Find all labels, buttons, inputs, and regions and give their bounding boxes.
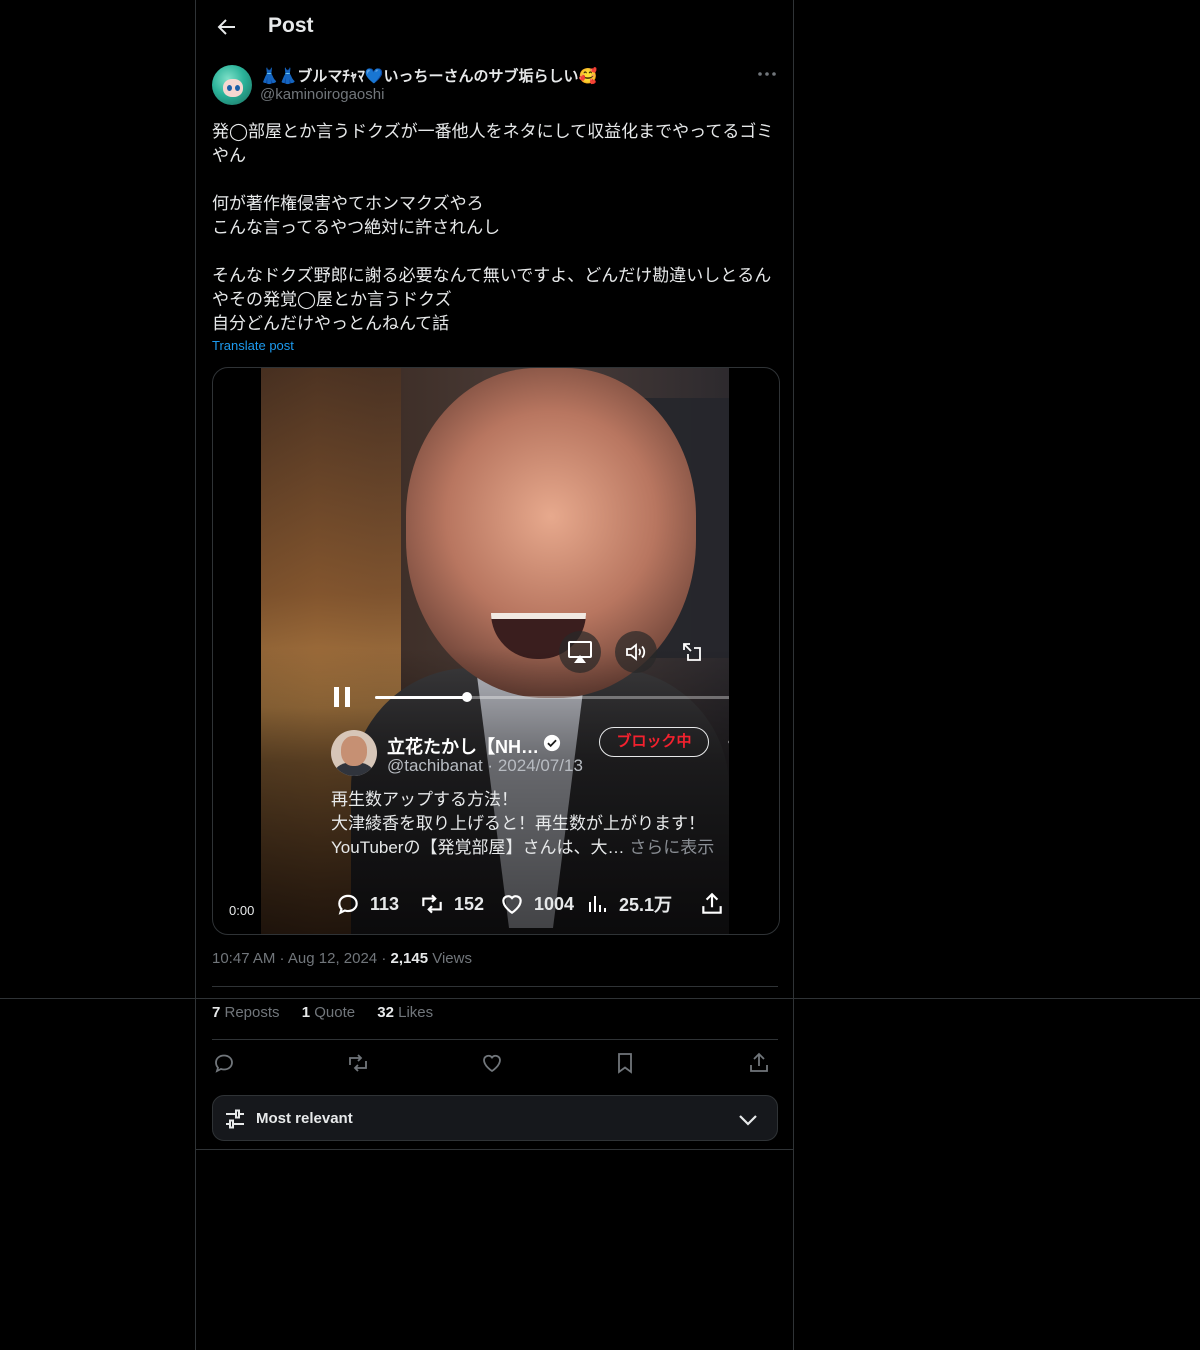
- embedded-more-icon: [728, 740, 729, 744]
- reply-sort-dropdown[interactable]: Most relevant: [212, 1095, 778, 1141]
- like-heart-icon[interactable]: [480, 1051, 504, 1075]
- embedded-stats: 113 152 1004 25.1万: [335, 888, 729, 920]
- post-time[interactable]: 10:47 AM: [212, 950, 275, 967]
- author-avatar[interactable]: [212, 65, 252, 105]
- sort-label: Most relevant: [256, 1110, 353, 1127]
- divider: [196, 1149, 793, 1150]
- reposts-label: Reposts: [220, 1004, 280, 1021]
- video-timestamp: 0:00: [229, 903, 255, 918]
- video-progress-knob[interactable]: [461, 692, 472, 702]
- reply-icon[interactable]: [212, 1051, 236, 1075]
- embedded-handle-date: @tachibanat · 2024/07/13: [387, 756, 583, 775]
- main-column: Post 👗👗ブルマﾁｬﾏ💙いっちーさんのサブ垢らしい🥰 @kaminoirog…: [195, 0, 794, 1350]
- embedded-show-more: さらに表示: [629, 838, 715, 857]
- engagement-counts: 7 Reposts 1 Quote 32 Likes: [212, 1004, 451, 1021]
- share-icon: [702, 892, 722, 914]
- post-text: 発◯部屋とか言うドクズが一番他人をネタにして収益化までやってるゴミやん 何が著作…: [212, 122, 774, 333]
- divider: [212, 986, 778, 987]
- bookmark-icon[interactable]: [613, 1051, 637, 1075]
- volume-button[interactable]: [615, 631, 657, 673]
- picture-in-picture-icon: [683, 643, 701, 661]
- heart-icon: [502, 895, 522, 914]
- chevron-down-icon: [739, 1115, 757, 1126]
- airplay-icon: [568, 641, 592, 663]
- quotes-number: 1: [301, 1004, 311, 1021]
- meta-separator: ·: [275, 950, 288, 967]
- embedded-replies: 113: [335, 888, 399, 920]
- back-arrow-icon[interactable]: [214, 15, 238, 39]
- more-options-icon[interactable]: [756, 62, 778, 86]
- video-frame[interactable]: 立花たかし【NH… @tachibanat · 2024/07/13 ブロック中…: [261, 368, 729, 934]
- likes-count-link[interactable]: 32 Likes: [377, 1004, 433, 1021]
- quotes-label: Quote: [310, 1004, 356, 1021]
- post-actions: [212, 1048, 778, 1078]
- reply-icon: [338, 894, 358, 915]
- embedded-post-text: 再生数アップする方法！ 大津綾香を取り上げると！再生数が上がります！ YouTu…: [331, 788, 729, 860]
- post-date[interactable]: Aug 12, 2024: [288, 950, 377, 967]
- author-display-name[interactable]: 👗👗ブルマﾁｬﾏ💙いっちーさんのサブ垢らしい🥰: [260, 65, 597, 86]
- divider: [0, 998, 1200, 999]
- repost-icon: [422, 894, 442, 914]
- page-title: Post: [268, 14, 314, 37]
- views-count: 2,145: [390, 950, 429, 967]
- embedded-views: 25.1万: [586, 888, 672, 920]
- translate-post-link[interactable]: Translate post: [212, 338, 294, 353]
- embedded-likes: 1004: [499, 888, 574, 920]
- video-progress-bar[interactable]: [375, 692, 729, 702]
- embedded-avatar: [331, 730, 377, 776]
- embedded-share: [699, 888, 729, 920]
- embedded-replies-count: 113: [370, 893, 400, 914]
- pause-icon[interactable]: [331, 684, 353, 710]
- video-player[interactable]: 立花たかし【NH… @tachibanat · 2024/07/13 ブロック中…: [212, 367, 780, 935]
- divider: [212, 1039, 778, 1040]
- author-handle[interactable]: @kaminoirogaoshi: [260, 86, 384, 103]
- views-chart-icon: [589, 896, 606, 912]
- embedded-reposts: 152: [419, 888, 484, 920]
- page-header: Post: [196, 0, 793, 54]
- verified-badge-icon: [543, 734, 561, 752]
- likes-number: 32: [377, 1004, 394, 1021]
- volume-icon: [626, 643, 646, 661]
- video-progress-fill: [375, 696, 467, 699]
- meta-separator: ·: [377, 950, 391, 967]
- embedded-reposts-count: 152: [454, 893, 485, 914]
- quotes-count-link[interactable]: 1 Quote: [302, 1004, 355, 1021]
- airplay-button[interactable]: [559, 631, 601, 673]
- embedded-blocked-button: ブロック中: [599, 727, 709, 757]
- sliders-icon: [226, 1109, 244, 1129]
- share-icon[interactable]: [747, 1051, 771, 1075]
- repost-icon[interactable]: [346, 1051, 370, 1075]
- post-meta: 10:47 AM · Aug 12, 2024 · 2,145 Views: [212, 950, 472, 967]
- pip-button[interactable]: [671, 631, 713, 673]
- views-label: Views: [428, 950, 472, 967]
- embedded-views-count: 25.1万: [619, 895, 673, 915]
- likes-label: Likes: [393, 1004, 434, 1021]
- embedded-likes-count: 1004: [534, 893, 575, 914]
- reposts-count-link[interactable]: 7 Reposts: [212, 1004, 280, 1021]
